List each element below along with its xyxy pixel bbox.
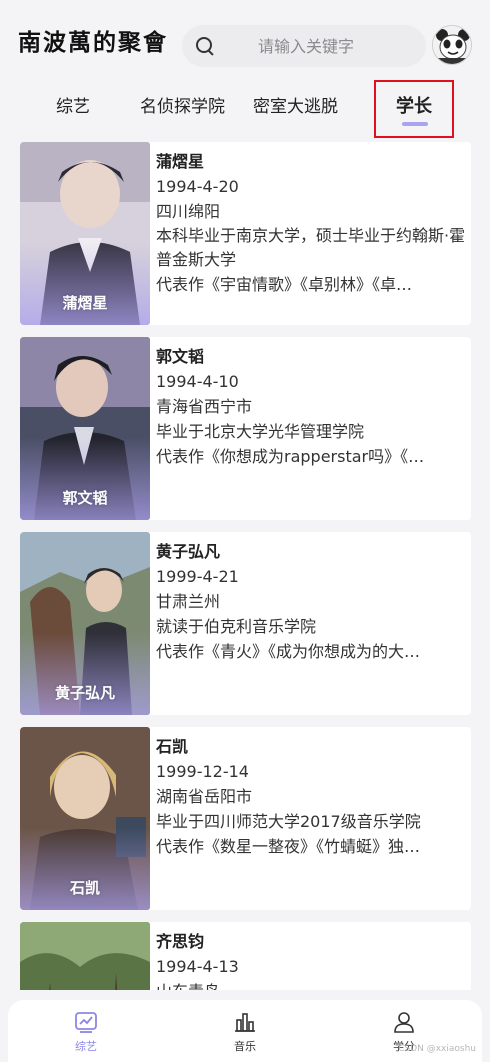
user-icon — [392, 1010, 416, 1034]
member-name: 郭文韬 — [156, 347, 205, 366]
member-photo: 蒲熠星 — [20, 142, 150, 325]
nav-label: 音乐 — [234, 1040, 256, 1053]
member-info: 郭文韬 1994-4-10 青海省西宁市 毕业于北京大学光华管理学院 代表作《你… — [156, 345, 466, 469]
member-photo: 黄子弘凡 — [20, 532, 150, 715]
member-works: 代表作《数星一整夜》《竹蜻蜓》独… — [156, 837, 421, 856]
watermark-text: CSDN @xxiaoshu — [398, 1044, 476, 1054]
member-education: 毕业于四川师范大学2017级音乐学院 — [156, 812, 421, 831]
bar-chart-icon — [233, 1010, 257, 1034]
member-works: 代表作《青火》《成为你想成为的大… — [156, 642, 421, 661]
member-card[interactable]: 黄子弘凡 黄子弘凡 1999-4-21 甘肃兰州 就读于伯克利音乐学院 代表作《… — [20, 532, 471, 715]
nav-item-variety[interactable]: 综艺 — [56, 1010, 116, 1054]
tab-escape-room[interactable]: 密室大逃脱 — [253, 92, 338, 117]
member-birthday: 1994-4-20 — [156, 177, 239, 196]
member-birthday: 1994-4-13 — [156, 957, 239, 976]
member-name: 石凯 — [156, 737, 189, 756]
member-birthday: 1994-4-10 — [156, 372, 239, 391]
member-works: 代表作《你想成为rapperstar吗》《… — [156, 447, 425, 466]
member-info: 蒲熠星 1994-4-20 四川绵阳 本科毕业于南京大学，硕士毕业于约翰斯·霍普… — [156, 150, 466, 297]
active-tab-highlight-box — [374, 80, 454, 138]
search-bar[interactable] — [182, 25, 426, 67]
search-input[interactable] — [258, 36, 408, 56]
nav-label: 综艺 — [75, 1040, 97, 1053]
bottom-navigation: 综艺 音乐 学分 CSDN @xxiaoshu — [8, 1000, 482, 1062]
member-education: 本科毕业于南京大学，硕士毕业于约翰斯·霍普金斯大学 — [156, 226, 466, 269]
member-hometown: 甘肃兰州 — [156, 592, 221, 611]
active-tab-indicator — [402, 122, 428, 126]
member-birthday: 1999-4-21 — [156, 567, 239, 586]
member-card[interactable]: 蒲熠星 蒲熠星 1994-4-20 四川绵阳 本科毕业于南京大学，硕士毕业于约翰… — [20, 142, 471, 325]
member-hometown: 湖南省岳阳市 — [156, 787, 253, 806]
member-name: 蒲熠星 — [156, 152, 205, 171]
avatar-panda-icon — [433, 26, 471, 64]
photo-caption: 郭文韬 — [62, 489, 108, 507]
member-info: 齐思钧 1994-4-13 山东青岛 — [156, 930, 466, 990]
member-card[interactable]: 齐思钧 1994-4-13 山东青岛 — [20, 922, 471, 990]
member-photo: 郭文韬 — [20, 337, 150, 520]
member-name: 黄子弘凡 — [156, 542, 221, 561]
avatar[interactable] — [432, 25, 472, 65]
member-photo: 石凯 — [20, 727, 150, 910]
member-birthday: 1999-12-14 — [156, 762, 249, 781]
nav-item-music[interactable]: 音乐 — [215, 1010, 275, 1054]
tab-detective-academy[interactable]: 名侦探学院 — [140, 92, 225, 117]
photo-caption: 黄子弘凡 — [54, 684, 115, 702]
member-works: 代表作《宇宙情歌》《卓别林》《卓… — [156, 275, 413, 294]
photo-caption: 石凯 — [69, 879, 100, 897]
member-education: 就读于伯克利音乐学院 — [156, 617, 317, 636]
member-card[interactable]: 郭文韬 郭文韬 1994-4-10 青海省西宁市 毕业于北京大学光华管理学院 代… — [20, 337, 471, 520]
member-list[interactable]: 蒲熠星 蒲熠星 1994-4-20 四川绵阳 本科毕业于南京大学，硕士毕业于约翰… — [20, 142, 471, 990]
brand-logo: 南波萬的聚會 — [18, 29, 168, 56]
tab-variety[interactable]: 综艺 — [56, 92, 90, 117]
member-photo — [20, 922, 150, 990]
photo-caption: 蒲熠星 — [62, 294, 108, 312]
member-info: 黄子弘凡 1999-4-21 甘肃兰州 就读于伯克利音乐学院 代表作《青火》《成… — [156, 540, 466, 664]
member-hometown: 山东青岛 — [156, 979, 466, 990]
member-education: 毕业于北京大学光华管理学院 — [156, 422, 365, 441]
search-icon[interactable] — [196, 37, 214, 55]
chart-line-icon — [74, 1010, 98, 1034]
photo-gradient — [20, 922, 150, 990]
app-header: 南波萬的聚會 — [0, 0, 490, 80]
member-name: 齐思钧 — [156, 932, 205, 951]
member-hometown: 青海省西宁市 — [156, 397, 253, 416]
member-info: 石凯 1999-12-14 湖南省岳阳市 毕业于四川师范大学2017级音乐学院 … — [156, 735, 466, 859]
member-hometown: 四川绵阳 — [156, 202, 221, 221]
member-card[interactable]: 石凯 石凯 1999-12-14 湖南省岳阳市 毕业于四川师范大学2017级音乐… — [20, 727, 471, 910]
